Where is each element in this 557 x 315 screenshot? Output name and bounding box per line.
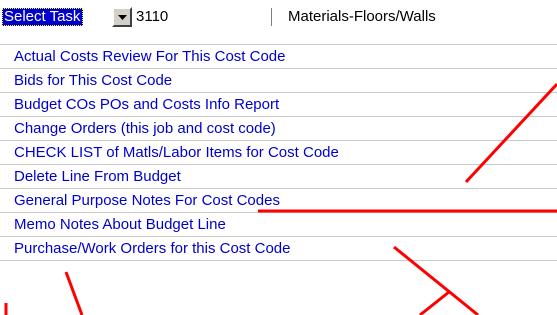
select-task-label: Select Task [4, 8, 81, 25]
select-task-combobox[interactable]: Select Task [2, 8, 84, 26]
cost-code-value: 3110 [136, 8, 169, 25]
menu-item-change-orders[interactable]: Change Orders (this job and cost code) [0, 117, 557, 141]
menu-item-bids[interactable]: Bids for This Cost Code [0, 69, 557, 93]
annotation-arrow-purchase-orders [419, 290, 450, 315]
menu-item-memo-notes[interactable]: Memo Notes About Budget Line [0, 213, 557, 237]
menu-item-delete-line[interactable]: Delete Line From Budget [0, 165, 557, 189]
menu-item-check-list[interactable]: CHECK LIST of Matls/Labor Items for Cost… [0, 141, 557, 165]
dropdown-arrow-icon [117, 14, 127, 20]
task-selector-bar: Select Task 3110 Materials-Floors/Walls [0, 0, 557, 30]
menu-item-purchase-orders[interactable]: Purchase/Work Orders for this Cost Code [0, 237, 557, 261]
task-menu-list: Actual Costs Review For This Cost Code B… [0, 44, 557, 261]
menu-item-actual-costs[interactable]: Actual Costs Review For This Cost Code [0, 45, 557, 69]
menu-item-budget-report[interactable]: Budget COs POs and Costs Info Report [0, 93, 557, 117]
dropdown-button[interactable] [112, 7, 132, 27]
separator [271, 8, 272, 26]
menu-item-general-notes[interactable]: General Purpose Notes For Cost Codes [0, 189, 557, 213]
cost-code-description: Materials-Floors/Walls [288, 8, 436, 25]
annotation-arrow-memo-notes [64, 271, 84, 315]
